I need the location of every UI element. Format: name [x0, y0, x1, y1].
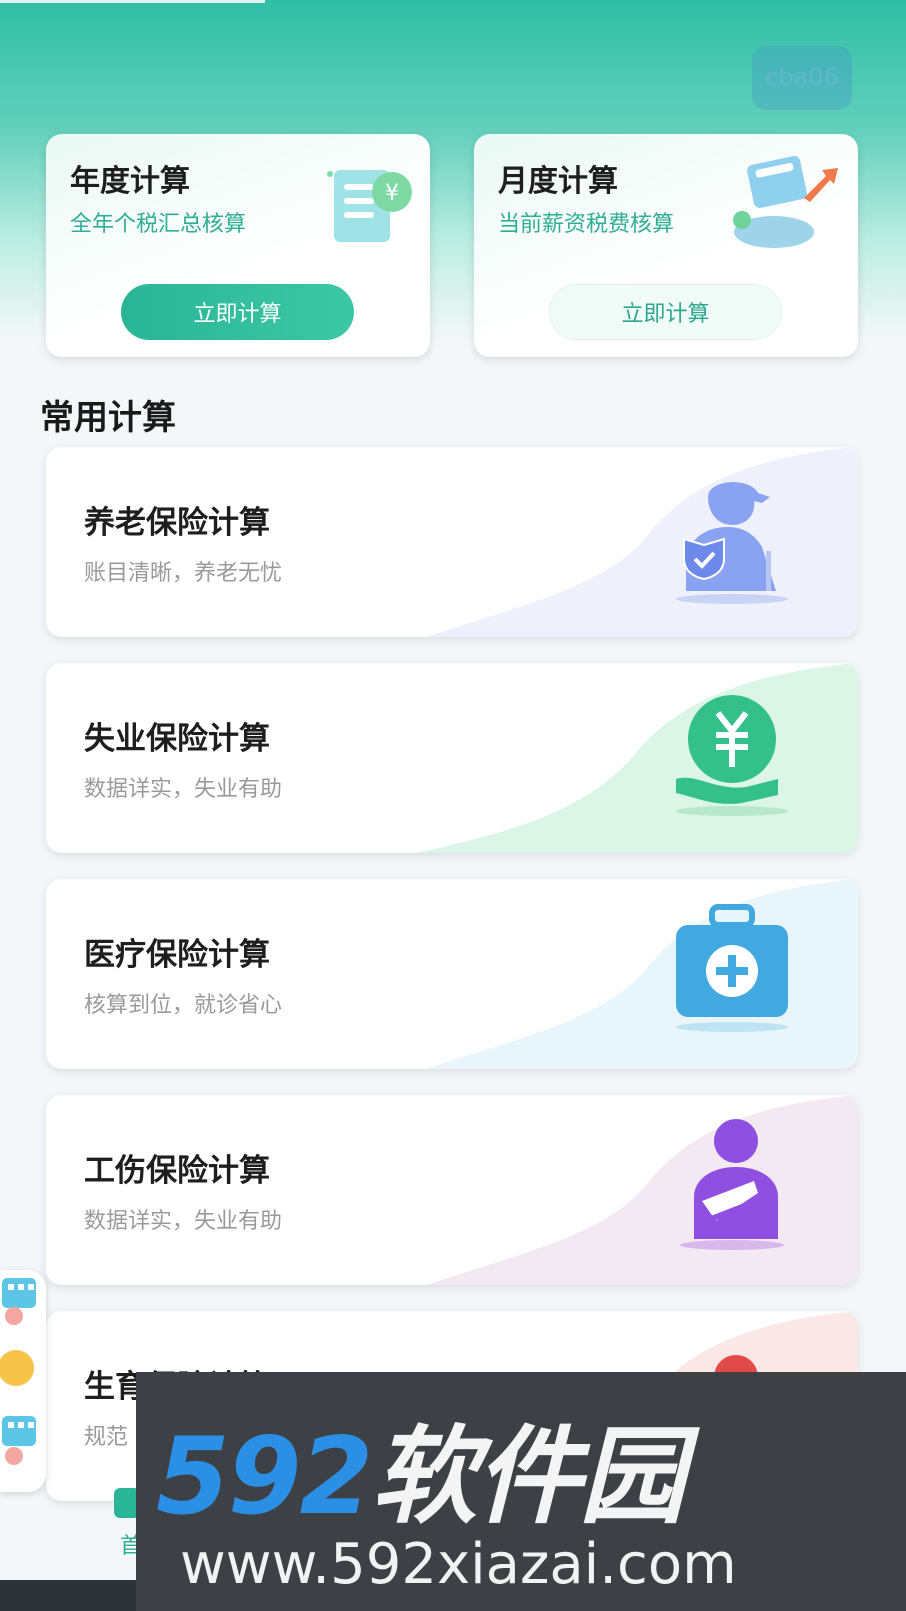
watermark-brand: 592软件园 [156, 1390, 685, 1544]
corner-logo: cba06 [742, 40, 862, 114]
list-item-subtitle: 数据详实，失业有助 [84, 777, 283, 802]
watermark-brand-number: 592 [156, 1415, 373, 1538]
watermark-url: www.592xiazai.com [180, 1532, 737, 1597]
annual-calc-subtitle: 全年个税汇总核算 [70, 212, 247, 237]
list-item-subtitle: 规范 [84, 1425, 129, 1450]
section-title: 常用计算 [40, 398, 176, 438]
elder-shield-icon [676, 482, 788, 604]
list-item-title: 失业保险计算 [84, 721, 270, 757]
annual-calc-title: 年度计算 [70, 164, 190, 199]
monthly-calc-title: 月度计算 [498, 164, 618, 199]
list-item-title: 养老保险计算 [84, 505, 270, 541]
floating-shortcuts[interactable] [0, 1270, 46, 1492]
calendar-chart-icon [733, 155, 838, 248]
shortcut-icons [0, 1278, 36, 1465]
annual-calc-card[interactable]: 年度计算 全年个税汇总核算 ¥ 立即计算 [46, 134, 430, 357]
receipt-yuan-icon: ¥ [327, 170, 412, 242]
list-item-title: 医疗保险计算 [84, 937, 270, 973]
monthly-calc-button[interactable]: 立即计算 [549, 284, 782, 340]
watermark-brand-name: 软件园 [371, 1415, 685, 1538]
corner-logo-text: cba06 [765, 63, 839, 91]
medical-calc-card[interactable]: 医疗保险计算 核算到位，就诊省心 [46, 879, 858, 1069]
list-item-subtitle: 账目清晰，养老无忧 [84, 561, 283, 586]
monthly-calc-card[interactable]: 月度计算 当前薪资税费核算 立即计算 [474, 134, 858, 357]
annual-calc-button[interactable]: 立即计算 [121, 284, 354, 340]
watermark-banner: 592软件园 www.592xiazai.com [136, 1372, 906, 1611]
unemployment-calc-card[interactable]: 失业保险计算 数据详实，失业有助 [46, 663, 858, 853]
monthly-calc-subtitle: 当前薪资税费核算 [498, 212, 675, 237]
medical-kit-icon [676, 904, 788, 1032]
list-item-title: 工伤保险计算 [84, 1153, 270, 1189]
list-item-subtitle: 核算到位，就诊省心 [84, 993, 283, 1018]
list-item-subtitle: 数据详实，失业有助 [84, 1209, 283, 1234]
pension-calc-card[interactable]: 养老保险计算 账目清晰，养老无忧 [46, 447, 858, 637]
status-line [0, 0, 265, 3]
yuan-hand-icon [676, 695, 788, 816]
injured-person-icon [680, 1119, 784, 1250]
injury-calc-card[interactable]: 工伤保险计算 数据详实，失业有助 [46, 1095, 858, 1285]
svg-text:¥: ¥ [385, 181, 399, 206]
